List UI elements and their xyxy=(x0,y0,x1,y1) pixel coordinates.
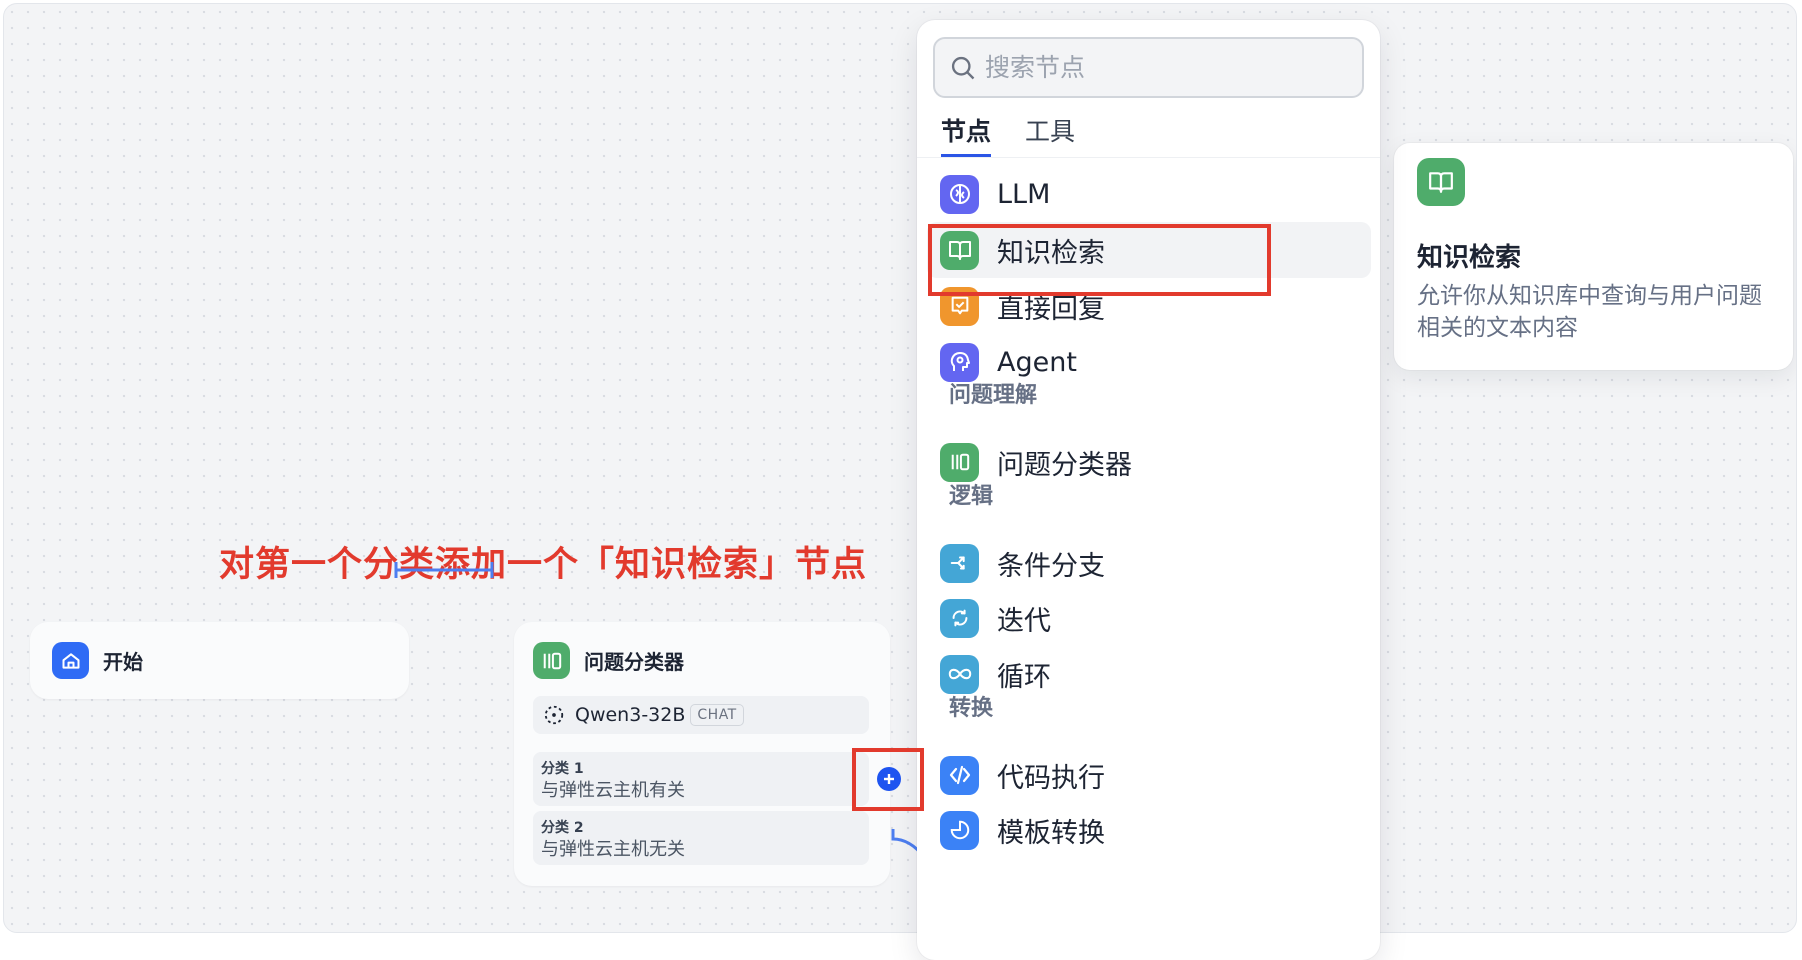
start-node-title: 开始 xyxy=(103,650,143,674)
node-item-label: 模板转换 xyxy=(997,817,1105,849)
node-tooltip: 知识检索 允许你从知识库中查询与用户问题相关的文本内容 xyxy=(1394,143,1793,370)
tab-tools[interactable]: 工具 xyxy=(1025,112,1075,148)
node-item-code-execution[interactable]: 代码执行 xyxy=(927,747,1371,803)
model-badge: CHAT xyxy=(690,704,744,726)
search-input[interactable] xyxy=(983,52,1347,83)
model-selector[interactable]: Qwen3-32B CHAT xyxy=(533,696,869,734)
node-item-label: 迭代 xyxy=(997,605,1051,637)
classifier-icon xyxy=(940,442,979,482)
instruction-annotation: 对第一个分类添加一个「知识检索」节点 xyxy=(219,545,868,585)
search-icon xyxy=(951,56,975,79)
node-item-label: 条件分支 xyxy=(997,550,1105,582)
workflow-canvas[interactable]: 开始 问题分类器 Qwen3-32B CHAT 分类 1 与弹性云主机有关 分类… xyxy=(3,3,1797,933)
node-item-iteration[interactable]: 迭代 xyxy=(927,590,1371,646)
highlight-knowledge-retrieval xyxy=(928,224,1271,296)
model-name: Qwen3-32B xyxy=(575,704,686,726)
loop-icon xyxy=(940,654,979,694)
highlight-add-button xyxy=(852,748,924,811)
class-name: 分类 2 xyxy=(541,820,584,836)
node-item-template-transform[interactable]: 模板转换 xyxy=(927,802,1371,858)
node-item-question-classifier[interactable]: 问题分类器 xyxy=(927,434,1371,490)
classifier-node-title: 问题分类器 xyxy=(584,650,684,674)
section-question-understanding: 问题理解 xyxy=(949,383,1038,408)
book-icon xyxy=(1417,158,1465,206)
node-item-label: Agent xyxy=(997,346,1077,378)
home-icon xyxy=(52,642,89,679)
section-logic: 逻辑 xyxy=(949,484,994,509)
search-box[interactable] xyxy=(933,37,1364,98)
node-item-label: 循环 xyxy=(997,661,1051,693)
class-name: 分类 1 xyxy=(541,761,584,777)
node-item-llm[interactable]: LLM xyxy=(927,166,1371,222)
start-node[interactable]: 开始 xyxy=(30,622,409,699)
node-item-condition-branch[interactable]: 条件分支 xyxy=(927,535,1371,591)
template-icon xyxy=(940,810,979,850)
model-icon xyxy=(543,704,565,726)
classifier-icon xyxy=(533,642,570,679)
class-description: 与弹性云主机无关 xyxy=(541,839,685,860)
node-item-label: LLM xyxy=(997,178,1051,210)
tooltip-description: 允许你从知识库中查询与用户问题相关的文本内容 xyxy=(1417,283,1762,341)
classifier-node[interactable]: 问题分类器 Qwen3-32B CHAT 分类 1 与弹性云主机有关 分类 2 … xyxy=(514,622,890,886)
edge-start-to-classifier xyxy=(394,562,494,578)
class-item-2[interactable]: 分类 2 与弹性云主机无关 xyxy=(533,811,869,865)
tooltip-title: 知识检索 xyxy=(1417,243,1522,273)
code-icon xyxy=(940,755,979,795)
node-item-loop[interactable]: 循环 xyxy=(927,646,1371,702)
class-description: 与弹性云主机有关 xyxy=(541,780,685,801)
section-transform: 转换 xyxy=(949,696,994,721)
tab-divider xyxy=(917,157,1380,158)
branch-icon xyxy=(940,543,979,583)
tab-nodes[interactable]: 节点 xyxy=(941,112,992,157)
node-picker-panel: 节点 工具 LLM 知识检索 直接回复 Agent 问题理解 问题分类器 逻辑 xyxy=(917,20,1380,960)
class-item-1[interactable]: 分类 1 与弹性云主机有关 xyxy=(533,752,869,806)
node-item-label: 问题分类器 xyxy=(997,449,1132,481)
node-item-label: 代码执行 xyxy=(997,762,1105,794)
agent-icon xyxy=(940,342,979,382)
iteration-icon xyxy=(940,598,979,638)
llm-icon xyxy=(940,174,979,214)
